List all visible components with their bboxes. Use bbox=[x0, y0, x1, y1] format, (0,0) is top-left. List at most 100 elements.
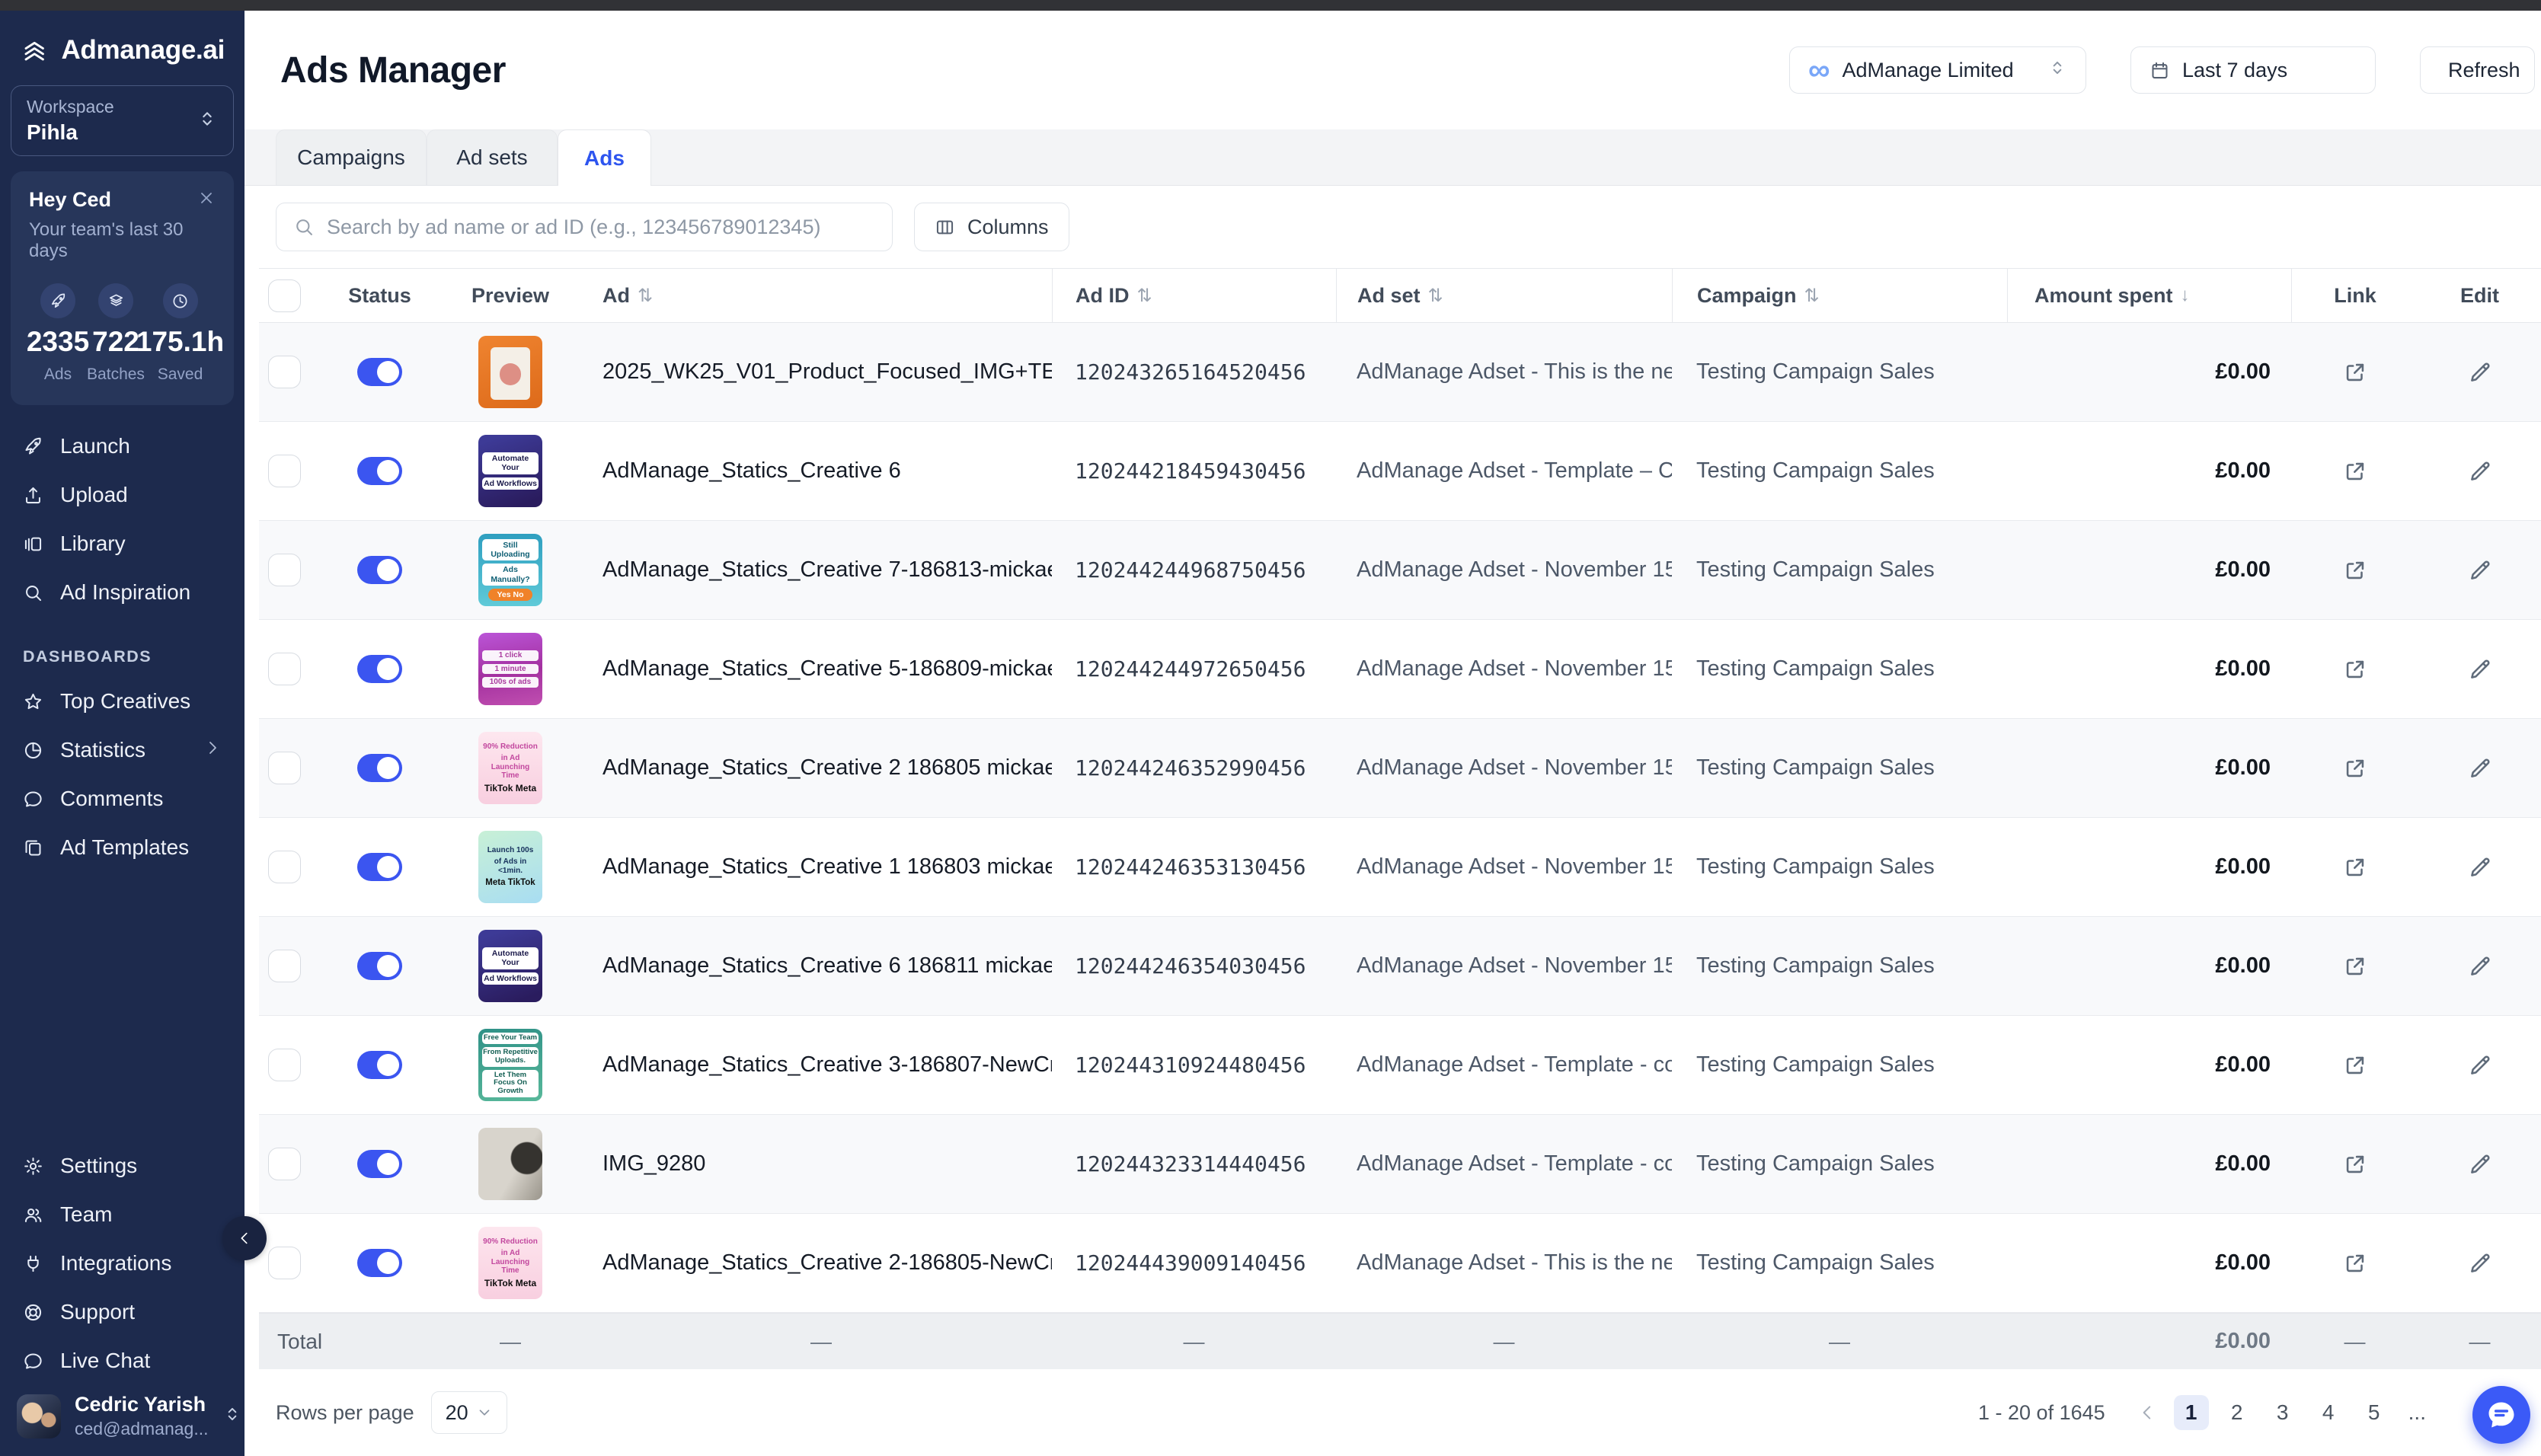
sidebar-item-support[interactable]: Support bbox=[0, 1288, 245, 1336]
search-input[interactable] bbox=[327, 216, 875, 239]
sidebar-item-statistics[interactable]: Statistics bbox=[0, 726, 245, 774]
ad-preview-thumbnail[interactable] bbox=[478, 1128, 542, 1200]
status-toggle[interactable] bbox=[357, 1150, 402, 1178]
ad-preview-thumbnail[interactable] bbox=[478, 336, 542, 408]
external-link-icon[interactable] bbox=[2342, 557, 2368, 583]
edit-pencil-icon[interactable] bbox=[2467, 1052, 2493, 1078]
external-link-icon[interactable] bbox=[2342, 854, 2368, 880]
status-toggle[interactable] bbox=[357, 358, 402, 386]
ad-name[interactable]: AdManage_Statics_Creative 1 186803 micka… bbox=[602, 854, 1052, 880]
ad-preview-thumbnail[interactable]: Automate YourAd Workflows bbox=[478, 930, 542, 1002]
sidebar-item-library[interactable]: Library bbox=[0, 519, 245, 568]
edit-pencil-icon[interactable] bbox=[2467, 1151, 2493, 1177]
edit-pencil-icon[interactable] bbox=[2467, 359, 2493, 385]
edit-pencil-icon[interactable] bbox=[2467, 755, 2493, 781]
sidebar-item-ad-templates[interactable]: Ad Templates bbox=[0, 823, 245, 872]
select-all-checkbox[interactable] bbox=[268, 279, 301, 312]
status-toggle[interactable] bbox=[357, 556, 402, 584]
external-link-icon[interactable] bbox=[2342, 359, 2368, 385]
ad-preview-thumbnail[interactable]: Launch 100sof Ads in <1min.Meta TikTok bbox=[478, 831, 542, 903]
edit-pencil-icon[interactable] bbox=[2467, 458, 2493, 484]
page-button-5[interactable]: 5 bbox=[2357, 1395, 2392, 1430]
ad-name[interactable]: AdManage_Statics_Creative 6 bbox=[602, 458, 1052, 484]
ad-preview-thumbnail[interactable]: 1 click1 minute100s of ads bbox=[478, 633, 542, 705]
ad-name[interactable]: IMG_9280 bbox=[602, 1151, 1052, 1177]
tab-campaigns[interactable]: Campaigns bbox=[276, 129, 427, 185]
pagination-prev-button[interactable] bbox=[2137, 1403, 2157, 1422]
edit-pencil-icon[interactable] bbox=[2467, 854, 2493, 880]
status-toggle[interactable] bbox=[357, 754, 402, 782]
external-link-icon[interactable] bbox=[2342, 1052, 2368, 1078]
ad-name[interactable]: AdManage_Statics_Creative 3-186807-NewCr… bbox=[602, 1052, 1052, 1078]
sidebar-item-comments[interactable]: Comments bbox=[0, 774, 245, 823]
sidebar-collapse-button[interactable] bbox=[222, 1216, 267, 1260]
external-link-icon[interactable] bbox=[2342, 1250, 2368, 1276]
sidebar-item-settings[interactable]: Settings bbox=[0, 1141, 245, 1190]
ad-name[interactable]: AdManage_Statics_Creative 2 186805 micka… bbox=[602, 755, 1052, 781]
status-toggle[interactable] bbox=[357, 1249, 402, 1277]
row-checkbox[interactable] bbox=[268, 455, 301, 487]
tab-ads[interactable]: Ads bbox=[558, 129, 651, 186]
row-checkbox[interactable] bbox=[268, 653, 301, 685]
external-link-icon[interactable] bbox=[2342, 458, 2368, 484]
ad-preview-thumbnail[interactable]: Still UploadingAds Manually?Yes No bbox=[478, 534, 542, 606]
edit-pencil-icon[interactable] bbox=[2467, 656, 2493, 682]
edit-pencil-icon[interactable] bbox=[2467, 557, 2493, 583]
page-button-2[interactable]: 2 bbox=[2220, 1395, 2255, 1430]
sidebar-item-launch[interactable]: Launch bbox=[0, 422, 245, 471]
row-checkbox[interactable] bbox=[268, 1148, 301, 1180]
rows-per-page-select[interactable]: 20 bbox=[431, 1391, 507, 1434]
column-header-amount-spent[interactable]: Amount spent↓ bbox=[2007, 269, 2291, 322]
page-button-4[interactable]: 4 bbox=[2311, 1395, 2346, 1430]
sidebar-item-top-creatives[interactable]: Top Creatives bbox=[0, 677, 245, 726]
ad-name[interactable]: 2025_WK25_V01_Product_Focused_IMG+TEXT_( bbox=[602, 359, 1052, 385]
live-chat-fab[interactable] bbox=[2472, 1386, 2530, 1444]
columns-button[interactable]: Columns bbox=[914, 203, 1069, 251]
ad-preview-thumbnail[interactable]: 90% Reductionin Ad Launching TimeTikTok … bbox=[478, 732, 542, 804]
sidebar-item-integrations[interactable]: Integrations bbox=[0, 1239, 245, 1288]
row-checkbox[interactable] bbox=[268, 1049, 301, 1081]
sidebar-item-upload[interactable]: Upload bbox=[0, 471, 245, 519]
date-range-picker[interactable]: Last 7 days bbox=[2130, 46, 2376, 94]
tab-ad-sets[interactable]: Ad sets bbox=[427, 129, 558, 185]
row-checkbox[interactable] bbox=[268, 356, 301, 388]
column-header-ad[interactable]: Ad⇅ bbox=[590, 269, 1052, 322]
refresh-button[interactable]: Refresh bbox=[2420, 46, 2535, 94]
status-toggle[interactable] bbox=[357, 457, 402, 485]
external-link-icon[interactable] bbox=[2342, 755, 2368, 781]
ad-name[interactable]: AdManage_Statics_Creative 6 186811 micka… bbox=[602, 953, 1052, 979]
row-checkbox[interactable] bbox=[268, 1247, 301, 1279]
column-header-ad-id[interactable]: Ad ID⇅ bbox=[1052, 269, 1336, 322]
row-checkbox[interactable] bbox=[268, 752, 301, 784]
status-toggle[interactable] bbox=[357, 853, 402, 881]
page-button-1[interactable]: 1 bbox=[2174, 1395, 2209, 1430]
ad-name[interactable]: AdManage_Statics_Creative 5-186809-micka… bbox=[602, 656, 1052, 682]
page-button-3[interactable]: 3 bbox=[2265, 1395, 2300, 1430]
external-link-icon[interactable] bbox=[2342, 953, 2368, 979]
ad-preview-thumbnail[interactable]: Free Your TeamFrom Repetitive Uploads.Le… bbox=[478, 1029, 542, 1101]
sidebar-item-ad-inspiration[interactable]: Ad Inspiration bbox=[0, 568, 245, 617]
column-header-ad-set[interactable]: Ad set⇅ bbox=[1336, 269, 1672, 322]
status-toggle[interactable] bbox=[357, 1051, 402, 1079]
app-logo[interactable]: Admanage.ai bbox=[0, 34, 245, 67]
ad-preview-thumbnail[interactable]: Automate YourAd Workflows bbox=[478, 435, 542, 507]
row-checkbox[interactable] bbox=[268, 950, 301, 982]
row-checkbox[interactable] bbox=[268, 851, 301, 883]
edit-pencil-icon[interactable] bbox=[2467, 1250, 2493, 1276]
sidebar-item-live-chat[interactable]: Live Chat bbox=[0, 1336, 245, 1385]
status-toggle[interactable] bbox=[357, 952, 402, 980]
column-header-campaign[interactable]: Campaign⇅ bbox=[1672, 269, 2007, 322]
ad-name[interactable]: AdManage_Statics_Creative 7-186813-micka… bbox=[602, 557, 1052, 583]
edit-pencil-icon[interactable] bbox=[2467, 953, 2493, 979]
user-menu[interactable]: Cedric Yarish ced@admanag... bbox=[0, 1393, 245, 1439]
close-icon[interactable] bbox=[197, 189, 216, 211]
external-link-icon[interactable] bbox=[2342, 1151, 2368, 1177]
ad-name[interactable]: AdManage_Statics_Creative 2-186805-NewCr… bbox=[602, 1250, 1052, 1276]
workspace-selector[interactable]: Workspace Pihla bbox=[11, 85, 234, 156]
ad-preview-thumbnail[interactable]: 90% Reductionin Ad Launching TimeTikTok … bbox=[478, 1227, 542, 1299]
external-link-icon[interactable] bbox=[2342, 656, 2368, 682]
sidebar-item-team[interactable]: Team bbox=[0, 1190, 245, 1239]
status-toggle[interactable] bbox=[357, 655, 402, 683]
row-checkbox[interactable] bbox=[268, 554, 301, 586]
ad-account-selector[interactable]: ∞ AdManage Limited bbox=[1789, 46, 2086, 94]
